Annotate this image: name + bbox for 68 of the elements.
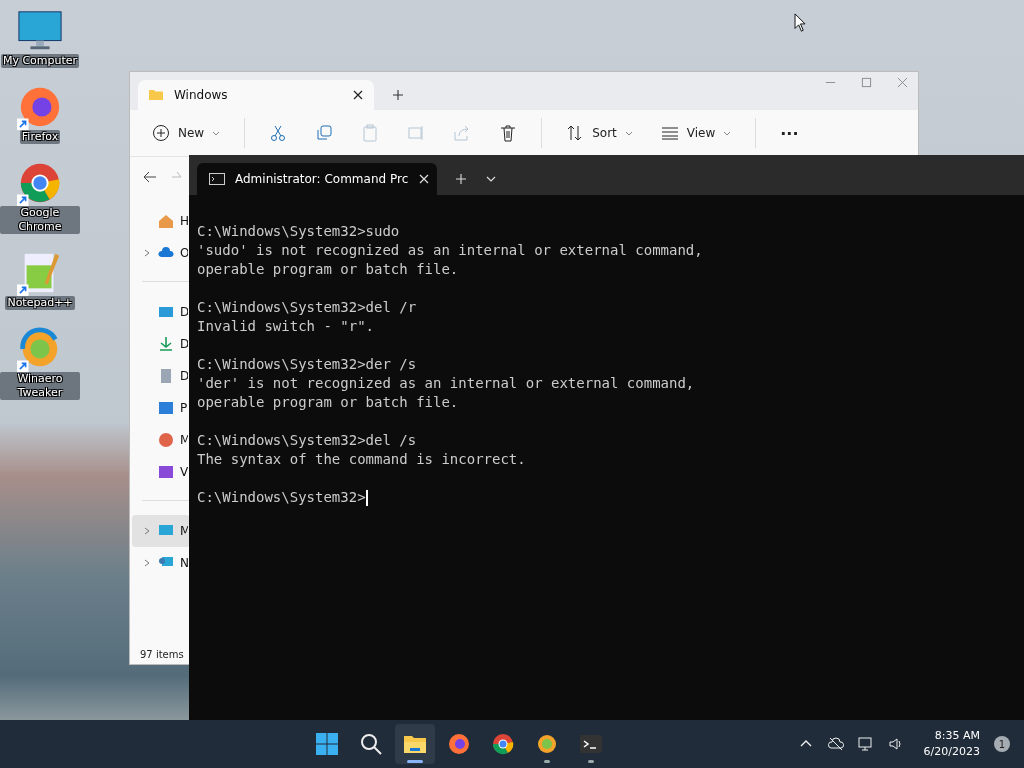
close-icon[interactable] [418, 173, 431, 185]
desktop-folder-icon [158, 304, 174, 320]
console-output-line: C:\Windows\System32>del /s [197, 431, 417, 450]
sidebar-item[interactable]: N [132, 547, 190, 579]
desktop-icon-label[interactable]: Winaero Tweaker [0, 372, 80, 400]
console-output-line: C:\Windows\System32>sudo [197, 222, 400, 241]
terminal-tab[interactable]: Administrator: Command Prc [197, 163, 437, 195]
chevron-down-icon [624, 129, 633, 137]
sidebar-item[interactable]: V [132, 456, 190, 488]
desktop-icon-label[interactable]: Firefox [19, 130, 61, 144]
expand-chevron-icon[interactable] [142, 558, 152, 568]
expand-chevron-icon[interactable] [142, 248, 152, 258]
desktop-icon-label[interactable]: My Computer [0, 54, 80, 68]
copy-icon [315, 124, 334, 142]
tab-title: Administrator: Command Prc [235, 172, 409, 186]
new-tab-icon[interactable] [392, 89, 404, 101]
back-arrow-icon[interactable] [142, 169, 158, 185]
console-output-line: 'sudo' is not recognized as an internal or external command, [197, 241, 703, 260]
item-count: 97 items [139, 649, 185, 660]
sidebar-item[interactable]: D [132, 360, 190, 392]
volume-icon[interactable] [887, 736, 904, 752]
house-icon [158, 213, 174, 229]
close-icon[interactable] [352, 89, 364, 101]
taskbar-explorer-icon[interactable] [394, 724, 435, 764]
console-output-line: operable program or batch file. [197, 260, 459, 279]
command-prompt: C:\Windows\System32> [197, 488, 366, 507]
music-note-icon [158, 432, 174, 448]
console-output-line: Invalid switch - "r". [197, 317, 374, 336]
command-prompt-icon [209, 171, 225, 187]
download-icon [158, 336, 174, 352]
desktop-icon-label[interactable]: Google Chrome [0, 206, 80, 234]
sidebar-item[interactable]: O [132, 237, 190, 269]
network-icon[interactable] [857, 736, 874, 752]
notification-badge[interactable]: 1 [994, 736, 1010, 752]
chevron-down-icon [723, 129, 732, 137]
chevron-down-icon [212, 129, 221, 137]
more-button[interactable]: ··· [768, 119, 811, 147]
cloud-icon[interactable] [827, 736, 844, 752]
console-output-line: The syntax of the command is incorrect. [197, 450, 526, 469]
sidebar-item[interactable]: D [132, 328, 190, 360]
view-button[interactable]: View [648, 120, 744, 146]
expand-chevron-icon[interactable] [142, 526, 152, 536]
plus-circle-icon [152, 124, 170, 142]
folder-icon [148, 87, 164, 103]
sidebar-item[interactable]: D [132, 296, 190, 328]
picture-icon [158, 400, 174, 416]
sidebar-item[interactable]: H [132, 205, 190, 237]
mouse-pointer-icon [794, 13, 807, 33]
explorer-tab[interactable]: Windows [138, 80, 374, 110]
video-icon [158, 464, 174, 480]
tab-title: Windows [174, 88, 229, 102]
desktop-icon-label[interactable]: Notepad++ [5, 296, 75, 310]
document-icon [158, 368, 174, 384]
console-output-line: C:\Windows\System32>der /s [197, 355, 417, 374]
clock[interactable]: 8:35 AM 6/20/2023 [923, 728, 980, 760]
trash-icon [499, 124, 518, 142]
new-button[interactable]: New [140, 120, 233, 146]
rename-icon [407, 124, 426, 142]
console-output-line: C:\Windows\System32>del /r [197, 298, 417, 317]
sidebar-item[interactable]: P [132, 392, 190, 424]
scissors-icon [269, 124, 288, 142]
sort-button[interactable]: Sort [554, 120, 645, 146]
console-output-line: operable program or batch file. [197, 393, 459, 412]
list-view-icon [660, 124, 679, 142]
console-output-line: 'der' is not recognized as an internal or external command, [197, 374, 695, 393]
text-cursor [365, 489, 368, 506]
clipboard-icon [361, 124, 380, 142]
maximize-icon[interactable] [861, 77, 872, 88]
